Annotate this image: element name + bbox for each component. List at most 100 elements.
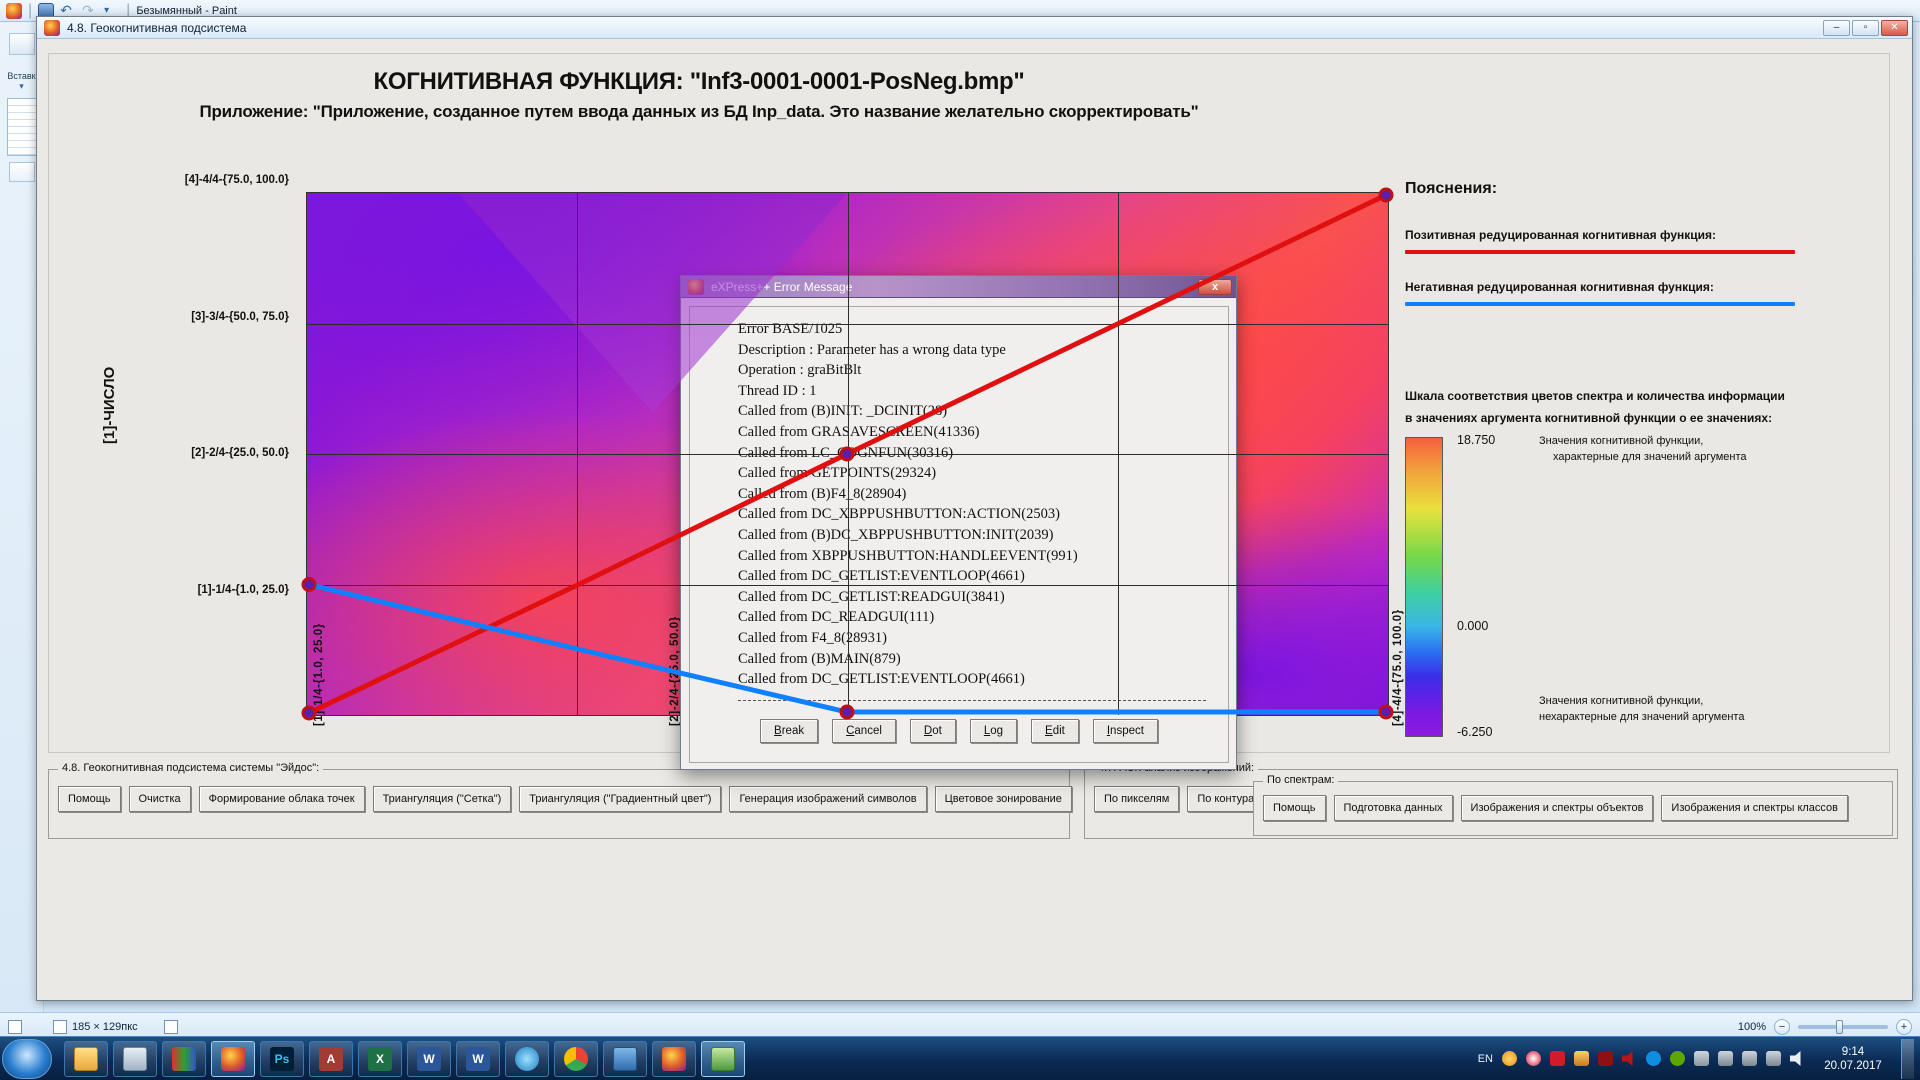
- tray-update-icon[interactable]: [1502, 1051, 1517, 1066]
- paint-app-icon[interactable]: [6, 3, 22, 19]
- color-scale-row: 18.750 0.000 -6.250 Значения когнитивной…: [1405, 437, 1890, 737]
- dialog-button-log[interactable]: Log: [970, 719, 1017, 743]
- error-dialog-buttons: Break Cancel Dot Log Edit Inspect: [690, 719, 1228, 743]
- dialog-button-edit[interactable]: Edit: [1031, 719, 1079, 743]
- tray-nvidia-icon[interactable]: [1670, 1051, 1685, 1066]
- scale-tick-mid: 0.000: [1457, 619, 1488, 633]
- select-tool-icon[interactable]: [9, 162, 35, 182]
- minimize-button[interactable]: –: [1823, 20, 1850, 36]
- group-ask-analysis: 4.7. АСК-анализ изображений: По пикселям…: [1084, 769, 1898, 839]
- button-help-spectra[interactable]: Помощь: [1263, 795, 1326, 821]
- legend-heading: Пояснения:: [1405, 180, 1885, 198]
- cognitive-function-chart: КОГНИТИВНАЯ ФУНКЦИЯ: "Inf3-0001-0001-Pos…: [48, 53, 1890, 753]
- taskbar-item-eidos-active[interactable]: [701, 1041, 745, 1077]
- taskbar-clock[interactable]: 9:14 20.07.2017: [1814, 1045, 1892, 1073]
- tray-volume-mute-icon[interactable]: [1622, 1051, 1637, 1066]
- app-icon: [44, 20, 60, 36]
- scale-desc-bottom-line2: нехарактерные для значений аргумента: [1539, 711, 1744, 723]
- group-spectra: По спектрам: Помощь Подготовка данных Из…: [1253, 781, 1893, 836]
- taskbar-item-ie[interactable]: [505, 1041, 549, 1077]
- paint-window-title: Безымянный - Paint: [136, 5, 237, 17]
- zoom-slider-thumb[interactable]: [1836, 1020, 1843, 1034]
- scale-desc-bottom-line1: Значения когнитивной функции,: [1539, 695, 1703, 707]
- tray-warning-icon[interactable]: [1718, 1051, 1733, 1066]
- button-triangulation-grid[interactable]: Триангуляция ("Сетка"): [373, 786, 512, 812]
- taskbar-item-eidos[interactable]: [652, 1041, 696, 1077]
- close-button[interactable]: ✕: [1881, 20, 1908, 36]
- language-indicator[interactable]: EN: [1478, 1053, 1493, 1065]
- tray-teamviewer-icon[interactable]: [1646, 1051, 1661, 1066]
- group-spectra-buttons: Помощь Подготовка данных Изображения и с…: [1254, 782, 1892, 830]
- button-symbol-images[interactable]: Генерация изображений символов: [729, 786, 926, 812]
- group-geocognitive-title: 4.8. Геокогнитивная подсистема системы "…: [58, 762, 323, 774]
- maximize-button[interactable]: ▫: [1852, 20, 1879, 36]
- tray-speedtest-icon[interactable]: [1526, 1051, 1541, 1066]
- taskbar-item-photoshop[interactable]: Ps: [260, 1041, 304, 1077]
- button-clear[interactable]: Очистка: [129, 786, 191, 812]
- button-class-spectra[interactable]: Изображения и спектры классов: [1661, 795, 1848, 821]
- dialog-button-break[interactable]: Break: [760, 719, 818, 743]
- selection-size-status: [164, 1020, 178, 1034]
- tray-java-icon[interactable]: [1574, 1051, 1589, 1066]
- tray-network-icon[interactable]: [1766, 1051, 1781, 1066]
- tray-volume-icon[interactable]: [1790, 1051, 1805, 1066]
- y-tick-3: [3]-3/4-{50.0, 75.0}: [104, 311, 289, 323]
- taskbar-item-excel[interactable]: X: [358, 1041, 402, 1077]
- tray-network-error-icon[interactable]: [1742, 1051, 1757, 1066]
- taskbar-item-word-2[interactable]: W: [456, 1041, 500, 1077]
- button-object-spectra[interactable]: Изображения и спектры объектов: [1461, 795, 1654, 821]
- taskbar-item-paint[interactable]: [211, 1041, 255, 1077]
- paste-icon[interactable]: [9, 33, 35, 55]
- dialog-button-inspect[interactable]: Inspect: [1093, 719, 1158, 743]
- color-scale-bar: [1405, 437, 1443, 737]
- scale-desc-top-line1: Значения когнитивной функции,: [1539, 435, 1703, 447]
- app-window-title: 4.8. Геокогнитивная подсистема: [67, 21, 246, 35]
- button-triangulation-gradient[interactable]: Триангуляция ("Градиентный цвет"): [519, 786, 721, 812]
- shapes-gallery[interactable]: [7, 98, 37, 156]
- button-data-preparation[interactable]: Подготовка данных: [1334, 795, 1453, 821]
- series-lines: [307, 193, 1388, 715]
- tray-archiver-icon[interactable]: [1598, 1051, 1613, 1066]
- tray-antivirus-icon[interactable]: [1550, 1051, 1565, 1066]
- y-tick-1: [1]-1/4-{1.0, 25.0}: [104, 584, 289, 596]
- taskbar-item-colorapp[interactable]: [162, 1041, 206, 1077]
- start-button[interactable]: [2, 1039, 52, 1079]
- x-tick-4: [4]-4/4-{75.0, 100.0}: [1392, 609, 1404, 726]
- group-geocognitive: 4.8. Геокогнитивная подсистема системы "…: [48, 769, 1070, 839]
- dialog-button-cancel[interactable]: Cancel: [832, 719, 896, 743]
- button-help-geo[interactable]: Помощь: [58, 786, 121, 812]
- dialog-button-dot[interactable]: Dot: [910, 719, 956, 743]
- button-by-pixels[interactable]: По пикселям: [1094, 786, 1179, 812]
- button-color-zoning[interactable]: Цветовое зонирование: [935, 786, 1072, 812]
- show-desktop-button[interactable]: [1901, 1039, 1914, 1079]
- taskbar-item-chrome[interactable]: [554, 1041, 598, 1077]
- scale-desc-bottom: Значения когнитивной функции, нехарактер…: [1539, 693, 1869, 725]
- eidos-app-window: 4.8. Геокогнитивная подсистема – ▫ ✕ КОГ…: [36, 16, 1913, 1001]
- taskbar-item-word[interactable]: W: [407, 1041, 451, 1077]
- zoom-level-value: 100%: [1738, 1021, 1766, 1033]
- y-tick-4: [4]-4/4-{75.0, 100.0}: [104, 174, 289, 186]
- zoom-slider[interactable]: [1798, 1025, 1888, 1029]
- legend-negative-label: Негативная редуцированная когнитивная фу…: [1405, 280, 1885, 294]
- legend-panel: Пояснения: Позитивная редуцированная ког…: [1405, 180, 1885, 332]
- scale-tick-min: -6.250: [1457, 725, 1492, 739]
- plot-area[interactable]: [306, 192, 1389, 716]
- y-tick-2: [2]-2/4-{25.0, 50.0}: [104, 447, 289, 459]
- color-scale-descriptions: Значения когнитивной функции, характерны…: [1539, 437, 1890, 737]
- bottom-toolbars: 4.8. Геокогнитивная подсистема системы "…: [48, 761, 1898, 843]
- zoom-controls: 100% − +: [1738, 1019, 1912, 1035]
- taskbar-item-explorer[interactable]: [64, 1041, 108, 1077]
- zoom-out-button[interactable]: −: [1774, 1019, 1790, 1035]
- chart-subtitle: Приложение: "Приложение, созданное путем…: [49, 102, 1349, 122]
- window-buttons: – ▫ ✕: [1823, 20, 1912, 36]
- taskbar-item-access[interactable]: A: [309, 1041, 353, 1077]
- taskbar-item-calculator[interactable]: [113, 1041, 157, 1077]
- zoom-in-button[interactable]: +: [1896, 1019, 1912, 1035]
- tray-safely-remove-icon[interactable]: [1694, 1051, 1709, 1066]
- taskbar-item-save[interactable]: [603, 1041, 647, 1077]
- legend-positive-swatch: [1405, 250, 1795, 254]
- legend-positive-label: Позитивная редуцированная когнитивная фу…: [1405, 228, 1885, 242]
- button-point-cloud[interactable]: Формирование облака точек: [199, 786, 365, 812]
- scale-caption-line2: в значениях аргумента когнитивной функци…: [1405, 411, 1890, 425]
- image-size-status: 185 × 129пкс: [53, 1020, 138, 1034]
